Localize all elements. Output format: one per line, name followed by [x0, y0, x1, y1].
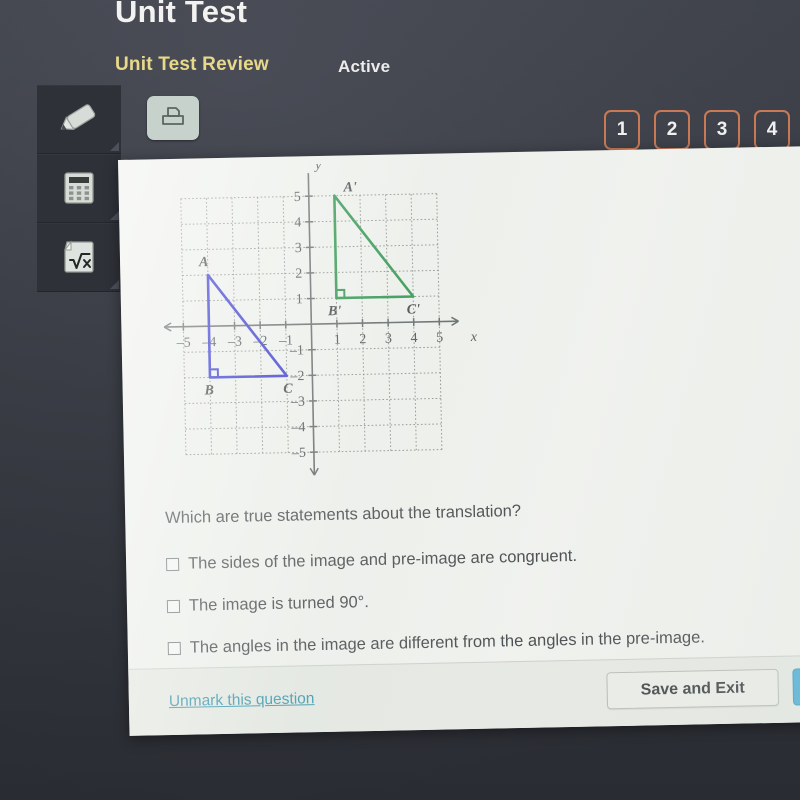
- formula-tool[interactable]: [37, 223, 121, 292]
- unmark-question-link[interactable]: Unmark this question: [169, 690, 315, 711]
- option-2-checkbox[interactable]: [166, 599, 181, 614]
- svg-text:B: B: [203, 383, 214, 398]
- svg-text:4: 4: [410, 331, 417, 346]
- svg-text:1: 1: [296, 292, 303, 307]
- svg-text:–3: –3: [227, 335, 242, 350]
- calculator-tool[interactable]: [37, 154, 121, 223]
- svg-text:2: 2: [359, 332, 366, 347]
- svg-text:1: 1: [334, 333, 341, 348]
- svg-text:–3: –3: [290, 395, 305, 410]
- svg-text:y: y: [313, 160, 322, 173]
- svg-text:–4: –4: [290, 420, 305, 435]
- option-3-label: The angles in the image are different fr…: [189, 628, 706, 657]
- question-stem: Which are true statements about the tran…: [165, 501, 522, 528]
- option-1-label: The sides of the image and pre-image are…: [187, 546, 578, 573]
- coordinate-plane-svg: –5 –4 –3 –2 –1 1 2 3 4 554321–1–2–3–4–5xyAB CA'B' C…: [163, 158, 478, 476]
- question-footer: Unmark this question Save and Exit: [128, 654, 800, 736]
- svg-text:–1: –1: [289, 343, 304, 358]
- svg-text:3: 3: [385, 332, 392, 347]
- svg-text:x: x: [470, 330, 478, 345]
- svg-text:C': C': [407, 302, 421, 317]
- svg-text:2: 2: [295, 267, 302, 282]
- option-1[interactable]: The sides of the image and pre-image are…: [165, 546, 578, 574]
- question-number-2[interactable]: 2: [654, 110, 690, 150]
- test-name-label: Unit Test Review: [115, 54, 269, 75]
- calculator-icon: [59, 168, 99, 208]
- page-title: Unit Test: [115, 0, 248, 29]
- svg-text:5: 5: [436, 331, 443, 346]
- svg-text:–5: –5: [176, 336, 191, 351]
- question-number-3[interactable]: 3: [704, 110, 740, 150]
- option-3-checkbox[interactable]: [167, 641, 181, 656]
- save-and-exit-button[interactable]: Save and Exit: [606, 668, 780, 710]
- question-panel: –5 –4 –3 –2 –1 1 2 3 4 5 5 4 3 2 1 –1 –2 –3 –4 –5 x y A B C A' B' C…: [118, 145, 800, 736]
- svg-text:A': A': [342, 180, 357, 195]
- square-root-icon: [58, 236, 100, 278]
- svg-text:–5: –5: [291, 446, 306, 461]
- option-1-checkbox[interactable]: [165, 557, 180, 572]
- svg-text:A: A: [198, 255, 209, 270]
- question-number-1[interactable]: 1: [604, 110, 640, 150]
- printer-icon: [159, 105, 187, 131]
- svg-text:B': B': [327, 304, 342, 319]
- highlighter-icon: [53, 99, 105, 139]
- question-number-4[interactable]: 4: [754, 110, 790, 150]
- svg-text:C: C: [283, 382, 293, 397]
- svg-text:4: 4: [294, 215, 301, 230]
- print-button[interactable]: [147, 96, 199, 140]
- coordinate-graph: –5 –4 –3 –2 –1 1 2 3 4 5 5 4 3 2 1 –1 –2 –3 –4 –5 x y A B C A' B' C…: [160, 158, 507, 502]
- question-number-nav: 1 2 3 4: [604, 110, 790, 150]
- status-badge: Active: [338, 57, 391, 76]
- option-2[interactable]: The image is turned 90°.: [166, 593, 370, 616]
- next-button[interactable]: [792, 667, 800, 706]
- option-3[interactable]: The angles in the image are different fr…: [167, 628, 706, 658]
- svg-text:5: 5: [294, 190, 301, 205]
- svg-text:3: 3: [295, 241, 302, 256]
- option-2-label: The image is turned 90°.: [188, 593, 370, 615]
- tool-rail: [37, 85, 121, 292]
- highlighter-tool[interactable]: [37, 85, 121, 154]
